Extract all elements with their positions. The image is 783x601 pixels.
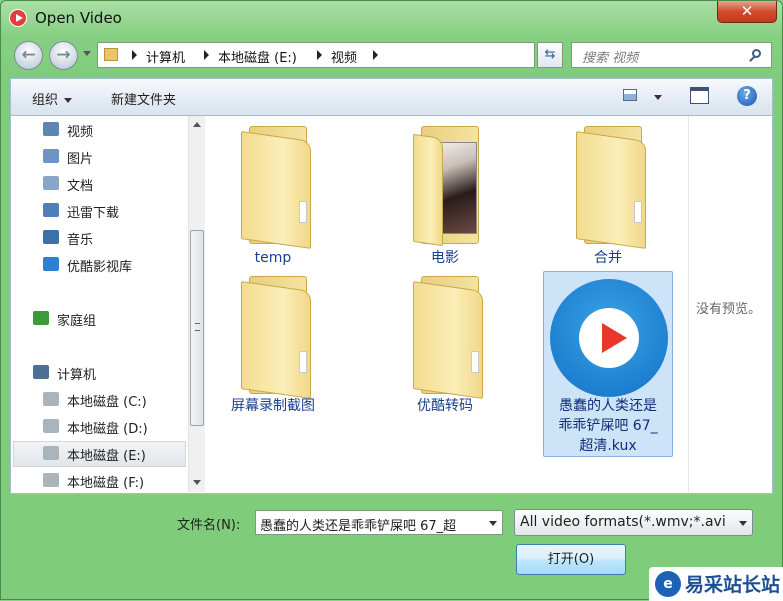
youku-library-icon <box>43 257 59 271</box>
no-preview-text: 没有预览。 <box>696 302 762 317</box>
filename-value: 愚蠢的人类还是乖乖铲屎吧 67_超 <box>260 519 457 534</box>
drive-icon <box>43 446 59 460</box>
search-icon[interactable] <box>752 49 761 58</box>
file-name: 屏幕录制截图 <box>231 398 315 414</box>
computer-icon <box>33 365 49 379</box>
watermark-logo-icon: e <box>655 571 681 597</box>
breadcrumb-arrow-icon[interactable] <box>317 50 322 60</box>
file-name: 优酷转码 <box>417 398 473 414</box>
open-video-dialog: Open Video ✕ ← → 计算机 本地磁盘 (E:) 视频 ⇆ 搜索 视… <box>0 0 783 601</box>
chevron-down-icon <box>64 98 73 103</box>
close-button[interactable]: ✕ <box>717 1 777 23</box>
view-options-dropdown[interactable] <box>654 95 662 100</box>
file-type-select[interactable]: All video formats(*.wmv;*.avi <box>514 509 753 536</box>
app-icon <box>9 9 27 27</box>
breadcrumb-arrow-icon[interactable] <box>373 50 378 60</box>
title-bar: Open Video ✕ <box>1 1 782 37</box>
scroll-up-arrow[interactable] <box>193 122 201 127</box>
folder-item-merge[interactable]: 合并 <box>543 116 673 296</box>
download-library-icon <box>43 203 59 217</box>
recent-locations-dropdown[interactable] <box>83 51 91 56</box>
window-title: Open Video <box>35 9 122 27</box>
sidebar-item-label: 文档 <box>67 179 94 194</box>
breadcrumb-computer[interactable]: 计算机 <box>146 47 185 66</box>
sidebar-item-label: 音乐 <box>67 233 94 248</box>
sidebar-item-label: 视频 <box>67 125 94 140</box>
address-bar[interactable]: 计算机 本地磁盘 (E:) 视频 <box>97 42 535 68</box>
sidebar-item-label: 优酷影视库 <box>67 260 133 275</box>
new-folder-button[interactable]: 新建文件夹 <box>111 89 176 108</box>
video-library-icon <box>43 122 59 136</box>
file-name: 合并 <box>594 250 622 266</box>
file-name-line: 愚蠢的人类还是 <box>559 398 657 414</box>
scroll-down-arrow[interactable] <box>193 480 201 485</box>
open-button[interactable]: 打开(O) <box>516 544 626 575</box>
scroll-thumb[interactable] <box>190 230 204 426</box>
file-list: temp 电影 合并 屏幕录制截图 优酷转码 愚蠢的人类还是 乖乖铲屎吧 67_… <box>208 116 688 492</box>
play-icon <box>602 323 627 353</box>
file-type-value: All video formats(*.wmv;*.avi <box>520 514 726 530</box>
sidebar-item-label: 本地磁盘 (D:) <box>67 422 148 437</box>
organize-label: 组织 <box>32 93 59 108</box>
folder-icon <box>241 276 313 399</box>
youku-video-icon <box>550 279 668 397</box>
refresh-button[interactable]: ⇆ <box>537 42 563 68</box>
pictures-library-icon <box>43 149 59 163</box>
folder-item-screen-capture[interactable]: 屏幕录制截图 <box>208 266 338 446</box>
drive-icon <box>43 392 59 406</box>
folder-item-youku-transcode[interactable]: 优酷转码 <box>380 266 510 446</box>
watermark: e 易采站长站 <box>649 567 783 601</box>
nav-scrollbar[interactable] <box>188 116 205 492</box>
sidebar-item-label: 本地磁盘 (E:) <box>67 449 146 464</box>
file-name: 愚蠢的人类还是 乖乖铲屎吧 67_ 超清.kux <box>544 396 672 456</box>
search-placeholder: 搜索 视频 <box>582 51 639 66</box>
content-area: 视频图片文档迅雷下载音乐优酷影视库家庭组计算机本地磁盘 (C:) 本地磁盘 (D:… <box>10 116 773 494</box>
navigation-pane: 视频图片文档迅雷下载音乐优酷影视库家庭组计算机本地磁盘 (C:) 本地磁盘 (D:… <box>11 116 188 492</box>
preview-pane: 没有预览。 <box>688 116 772 492</box>
breadcrumb-arrow-icon[interactable] <box>132 50 137 60</box>
drive-icon <box>43 419 59 433</box>
folder-icon <box>241 126 313 249</box>
file-item-kux[interactable]: 愚蠢的人类还是 乖乖铲屎吧 67_ 超清.kux <box>543 271 673 457</box>
chevron-down-icon[interactable] <box>489 521 497 526</box>
folder-icon <box>104 48 118 61</box>
homegroup-icon <box>33 311 49 325</box>
music-library-icon <box>43 230 59 244</box>
search-input[interactable]: 搜索 视频 <box>571 42 772 68</box>
filename-input[interactable]: 愚蠢的人类还是乖乖铲屎吧 67_超 <box>255 510 503 535</box>
folder-icon <box>576 126 648 249</box>
organize-button[interactable]: 组织 <box>32 89 73 108</box>
command-toolbar: 组织 新建文件夹 ? <box>10 78 773 116</box>
sidebar-item-label: 家庭组 <box>57 314 97 329</box>
chevron-down-icon[interactable] <box>739 521 747 526</box>
sidebar-item-label: 迅雷下载 <box>67 206 120 221</box>
grip-icon <box>195 323 200 331</box>
sidebar-item-label: 图片 <box>67 152 94 167</box>
file-name-line: 超清.kux <box>579 438 637 454</box>
documents-library-icon <box>43 176 59 190</box>
sidebar-item-label: 计算机 <box>57 368 97 383</box>
filename-label: 文件名(N): <box>177 518 241 533</box>
watermark-text: 易采站长站 <box>685 574 781 596</box>
file-name-line: 乖乖铲屎吧 67_ <box>558 418 658 434</box>
forward-button[interactable]: → <box>49 41 78 70</box>
preview-pane-toggle[interactable] <box>690 87 709 104</box>
folder-icon <box>413 126 485 247</box>
help-icon[interactable]: ? <box>737 86 757 106</box>
breadcrumb-arrow-icon[interactable] <box>204 50 209 60</box>
back-button[interactable]: ← <box>14 41 43 70</box>
drive-icon <box>43 473 59 487</box>
sidebar-item-label: 本地磁盘 (F:) <box>67 476 145 491</box>
breadcrumb-drive-e[interactable]: 本地磁盘 (E:) <box>218 47 297 66</box>
folder-icon <box>413 276 485 399</box>
sidebar-item-label: 本地磁盘 (C:) <box>67 395 147 410</box>
change-view-icon[interactable] <box>623 89 637 101</box>
breadcrumb-video[interactable]: 视频 <box>331 47 357 66</box>
